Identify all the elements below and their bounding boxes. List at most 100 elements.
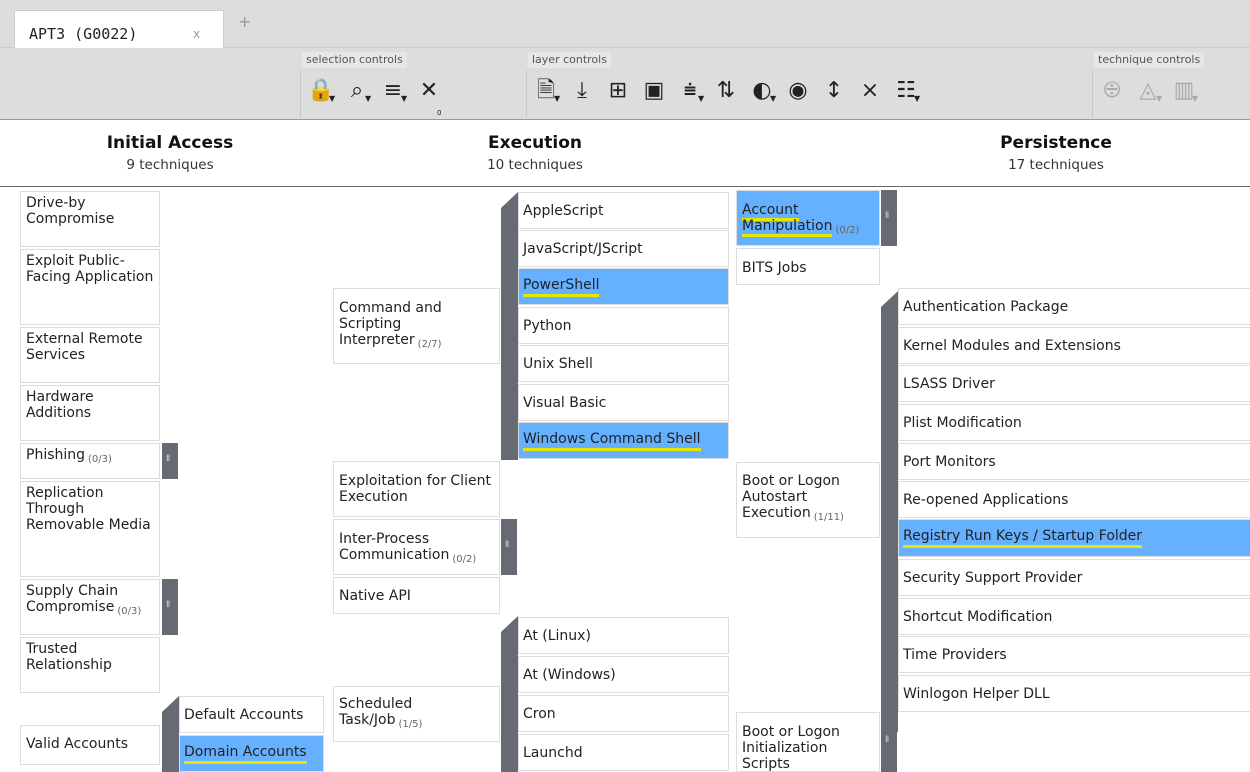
technique-label: Exploitation for Client Execution	[339, 473, 491, 505]
subtechnique-sidebar[interactable]	[501, 616, 518, 772]
subtechnique-cell[interactable]: JavaScript/JScript	[518, 230, 729, 267]
search-icon[interactable]: ⌕ ▼	[341, 74, 373, 108]
technique-cell[interactable]: BITS Jobs	[736, 248, 880, 285]
deselect-icon[interactable]: ✕ 0	[413, 74, 445, 117]
technique-cell[interactable]: Valid Accounts	[20, 725, 160, 765]
subtechnique-count: (0/3)	[88, 454, 112, 465]
technique-cell[interactable]: Exploitation for Client Execution	[333, 461, 500, 517]
tactic-count: 17 techniques	[1008, 157, 1104, 173]
subtechnique-label: Re-opened Applications	[903, 491, 1069, 508]
technique-cell[interactable]: Command and Scripting Interpreter (2/7)	[333, 288, 500, 364]
subtechnique-cell[interactable]: Re-opened Applications	[898, 481, 1250, 518]
subtechnique-sidebar[interactable]	[162, 696, 179, 772]
technique-cell[interactable]: Replication Through Removable Media	[20, 481, 160, 577]
expand-icon[interactable]: ↕	[818, 74, 850, 108]
technique-cell[interactable]: Trusted Relationship	[20, 637, 160, 693]
subtechnique-cell[interactable]: Authentication Package	[898, 288, 1250, 325]
subtechnique-cell[interactable]: Python	[518, 307, 729, 344]
subtechnique-cell[interactable]: Port Monitors	[898, 443, 1250, 480]
download-icon[interactable]: ⤓	[566, 74, 598, 108]
collapse-icon[interactable]: ⨯	[854, 74, 886, 108]
deselect-count: 0	[437, 109, 442, 117]
subtechnique-cell[interactable]: Visual Basic	[518, 384, 729, 421]
technique-cell[interactable]: Boot or Logon Autostart Execution (1/11)	[736, 462, 880, 538]
subtechnique-label: AppleScript	[523, 202, 604, 219]
subtechnique-count: (1/11)	[813, 512, 844, 523]
subtechnique-label: Cron	[523, 705, 556, 722]
subtechnique-cell[interactable]: Domain Accounts	[179, 735, 324, 772]
technique-cell[interactable]: Hardware Additions	[20, 385, 160, 441]
subtechnique-expand-handle[interactable]	[162, 579, 178, 635]
tactic-name: Initial Access	[106, 133, 234, 153]
technique-label: Phishing	[26, 447, 86, 463]
subtechnique-cell[interactable]: Registry Run Keys / Startup Folder	[898, 519, 1250, 557]
subtechnique-expand-handle[interactable]	[881, 190, 897, 246]
tactic-header-execution[interactable]: Execution 10 techniques	[385, 133, 685, 173]
sort-icon[interactable]: ⇅	[710, 74, 742, 108]
scoring-icon[interactable]: ▥ ▼	[1168, 74, 1200, 108]
selection-controls-label: selection controls	[302, 52, 407, 68]
subtechnique-label: At (Linux)	[523, 627, 591, 644]
technique-cell[interactable]: Account Manipulation (0/2)	[736, 190, 880, 246]
subtechnique-expand-handle[interactable]	[162, 443, 178, 479]
layer-tab[interactable]: APT3 (G0022) x	[14, 10, 224, 50]
subtechnique-expand-handle[interactable]	[881, 712, 897, 772]
technique-cell[interactable]: Scheduled Task/Job (1/5)	[333, 686, 500, 742]
tactic-header-persistence[interactable]: Persistence 17 techniques	[906, 133, 1206, 173]
no-background-icon[interactable]: ⨸	[1096, 74, 1128, 108]
subtechnique-label: Port Monitors	[903, 453, 996, 470]
subtechnique-label: PowerShell	[523, 277, 600, 297]
technique-cell[interactable]: Inter-Process Communication (0/2)	[333, 519, 500, 575]
multiselect-icon[interactable]: ≡ ▼	[377, 74, 409, 108]
fill-color-icon[interactable]: ◬ ▼	[1132, 74, 1164, 108]
eye-icon[interactable]: ◉	[782, 74, 814, 108]
subtechnique-cell[interactable]: Plist Modification	[898, 404, 1250, 441]
subtechnique-sidebar[interactable]	[881, 291, 898, 732]
technique-label: External Remote Services	[26, 331, 143, 363]
grid-layout-icon[interactable]: ☷ ▼	[890, 74, 922, 108]
group-divider	[1092, 70, 1093, 118]
subtechnique-cell[interactable]: Launchd	[518, 734, 729, 771]
subtechnique-cell[interactable]: Kernel Modules and Extensions	[898, 327, 1250, 364]
subtechnique-cell[interactable]: PowerShell	[518, 268, 729, 305]
subtechnique-sidebar[interactable]	[501, 192, 518, 460]
subtechnique-cell[interactable]: Time Providers	[898, 636, 1250, 673]
color-palette-icon[interactable]: ◐ ▼	[746, 74, 778, 108]
technique-cell[interactable]: External Remote Services	[20, 327, 160, 383]
technique-cell[interactable]: Supply Chain Compromise (0/3)	[20, 579, 160, 635]
subtechnique-expand-handle[interactable]	[501, 519, 517, 575]
layer-info-icon[interactable]: 🗎 ▼	[530, 74, 562, 108]
subtechnique-cell[interactable]: AppleScript	[518, 192, 729, 229]
tab-close-icon[interactable]: x	[193, 27, 200, 41]
subtechnique-cell[interactable]: Winlogon Helper DLL	[898, 675, 1250, 712]
toolbar: selection controls layer controls techni…	[0, 48, 1250, 120]
technique-cell[interactable]: Exploit Public-Facing Application	[20, 249, 160, 325]
subtechnique-cell[interactable]: Default Accounts	[179, 696, 324, 733]
subtechnique-label: Visual Basic	[523, 394, 607, 411]
subtechnique-cell[interactable]: Shortcut Modification	[898, 598, 1250, 635]
camera-icon[interactable]: ▣	[638, 74, 670, 108]
tactic-header-initial-access[interactable]: Initial Access 9 techniques	[20, 133, 320, 173]
layer-controls-label: layer controls	[528, 52, 611, 68]
header-divider	[0, 186, 1250, 187]
technique-cell[interactable]: Phishing (0/3)	[20, 443, 160, 479]
subtechnique-cell[interactable]: Cron	[518, 695, 729, 732]
subtechnique-cell[interactable]: Unix Shell	[518, 345, 729, 382]
technique-label: Inter-Process Communication	[339, 531, 450, 563]
tactic-count: 10 techniques	[487, 157, 583, 173]
technique-cell[interactable]: Native API	[333, 577, 500, 614]
subtechnique-label: Registry Run Keys / Startup Folder	[903, 528, 1143, 548]
tactic-name: Persistence	[1000, 133, 1112, 153]
filter-icon[interactable]: ⩧ ▼	[674, 74, 706, 108]
technique-controls-label: technique controls	[1094, 52, 1205, 68]
subtechnique-cell[interactable]: At (Windows)	[518, 656, 729, 693]
add-tab-icon[interactable]: +	[238, 12, 251, 31]
subtechnique-cell[interactable]: LSASS Driver	[898, 365, 1250, 402]
technique-cell[interactable]: Drive-by Compromise	[20, 191, 160, 247]
table-icon[interactable]: ⊞	[602, 74, 634, 108]
subtechnique-cell[interactable]: At (Linux)	[518, 617, 729, 654]
lock-icon[interactable]: 🔒 ▼	[305, 74, 337, 108]
technique-cell[interactable]: Boot or Logon Initialization Scripts	[736, 712, 880, 772]
subtechnique-cell[interactable]: Security Support Provider	[898, 559, 1250, 596]
subtechnique-cell[interactable]: Windows Command Shell	[518, 422, 729, 459]
